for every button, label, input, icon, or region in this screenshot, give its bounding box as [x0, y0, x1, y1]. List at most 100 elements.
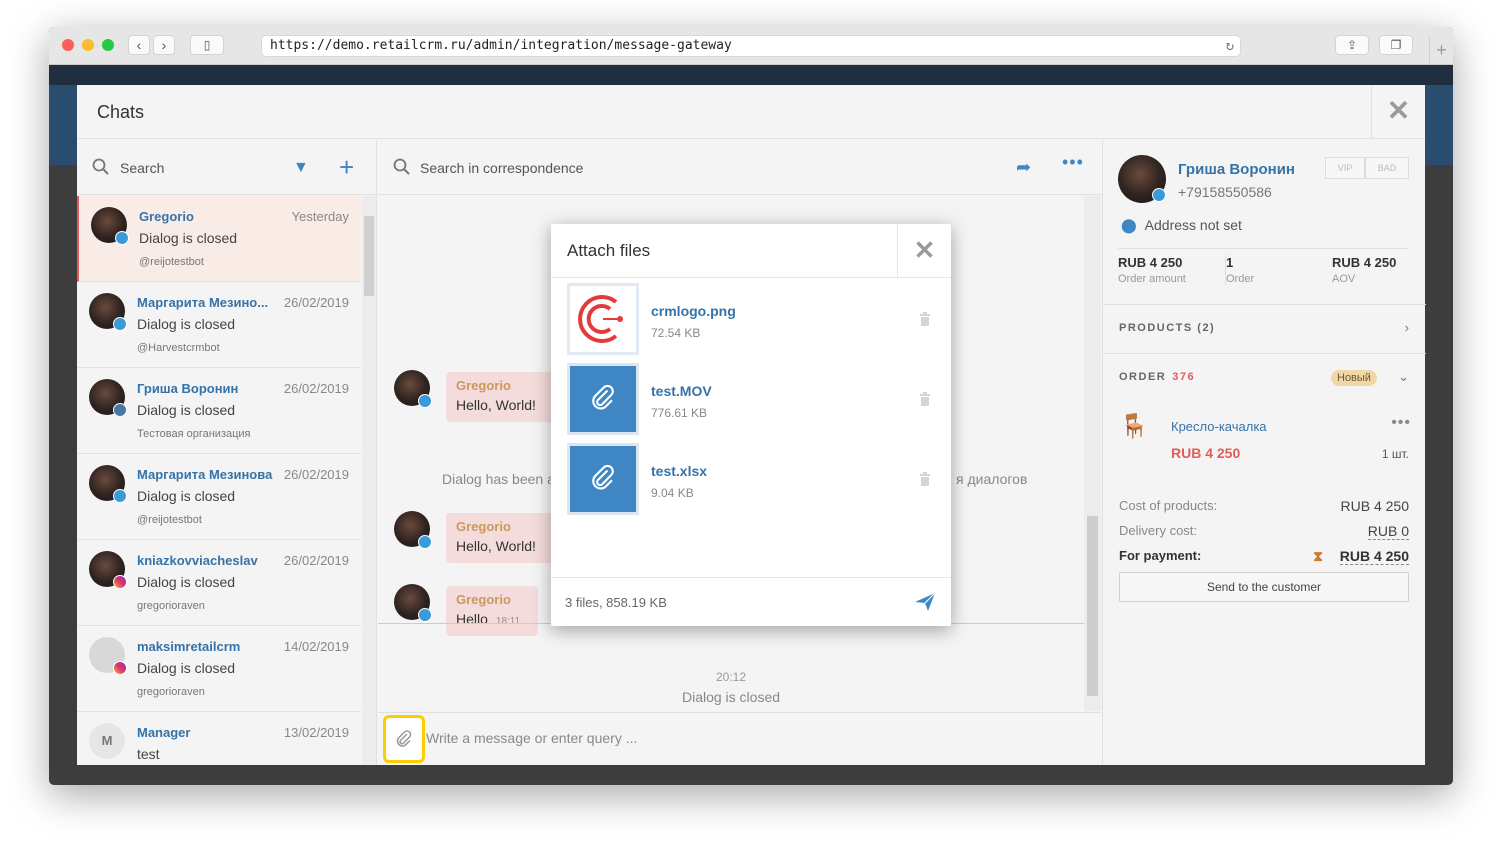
conversation-search-input[interactable]: Search in correspondence [420, 160, 583, 176]
zoom-window-button[interactable] [102, 39, 114, 51]
close-attach-button[interactable]: ✕ [897, 224, 951, 278]
chat-search-bar: Search ▼ + [77, 140, 376, 195]
file-name[interactable]: test.MOV [651, 383, 712, 399]
cost-of-products-row: Cost of products: RUB 4 250 [1119, 498, 1409, 514]
customer-name[interactable]: Гриша Воронин [1178, 161, 1295, 178]
chat-last-message: Dialog is closed [137, 316, 236, 332]
attached-file: crmlogo.png 72.54 KB [567, 283, 937, 355]
share-browser-button[interactable]: ⇪ [1335, 35, 1369, 55]
chat-list-item[interactable]: Gregorio Yesterday Dialog is closed @reijot… [77, 196, 361, 282]
scrollbar-thumb[interactable] [364, 216, 374, 296]
rocking-chair-icon: 🪑 [1119, 413, 1149, 440]
message-time: 18:11 [495, 616, 521, 627]
attach-file-button[interactable] [383, 715, 425, 763]
scrollbar-thumb[interactable] [1087, 516, 1098, 696]
cost-label: Cost of products: [1119, 498, 1218, 513]
add-chat-button[interactable]: + [339, 152, 354, 183]
chat-list-item[interactable]: Маргарита Мезино... 26/02/2019 Dialog is c… [77, 282, 361, 368]
divider [1103, 304, 1426, 305]
close-icon: ✕ [1386, 95, 1411, 126]
browser-titlebar: ‹ › ▯ https://demo.retailcrm.ru/admin/in… [49, 27, 1453, 65]
close-chats-button[interactable]: ✕ [1371, 85, 1425, 139]
chat-date: 26/02/2019 [283, 295, 349, 310]
message-input[interactable]: Write a message or enter query ... [426, 730, 637, 746]
send-to-customer-button[interactable]: Send to the customer [1119, 572, 1409, 602]
back-button[interactable]: ‹ [128, 35, 150, 55]
chat-last-message: Dialog is closed [137, 574, 236, 590]
close-window-button[interactable] [62, 39, 74, 51]
customer-address: ⬤ Address not set [1121, 217, 1242, 234]
address-text: Address not set [1144, 217, 1242, 233]
message-bubble: Gregorio Hello, World! [446, 372, 566, 422]
for-payment-row: For payment: ⧗ RUB 4 250 [1119, 548, 1409, 565]
file-size: 776.61 KB [651, 406, 708, 420]
message-text: Hello, World! [456, 397, 536, 413]
chat-search-input[interactable]: Search [120, 160, 164, 176]
chat-list-item[interactable]: Маргарита Мезинова 26/02/2019 Dialog is cl… [77, 454, 361, 540]
chevron-down-icon[interactable]: ⌄ [1398, 369, 1409, 385]
file-thumbnail [567, 363, 639, 435]
message-timestamp: 20:12 [715, 670, 747, 684]
payment-value[interactable]: RUB 4 250 [1339, 548, 1409, 565]
message-sender: Gregorio [456, 592, 511, 607]
address-bar[interactable]: https://demo.retailcrm.ru/admin/integrat… [261, 35, 1241, 57]
stat-value: RUB 4 250 [1118, 255, 1183, 270]
more-options-icon[interactable]: ••• [1062, 152, 1084, 173]
file-thumbnail [567, 283, 639, 355]
chat-name: Маргарита Мезино... [137, 295, 269, 310]
chat-name: Маргарита Мезинова [137, 467, 273, 482]
system-message: Dialog is closed [681, 689, 781, 705]
bad-tag-button[interactable]: BAD [1365, 157, 1409, 179]
send-icon[interactable] [913, 590, 937, 614]
minimize-window-button[interactable] [82, 39, 94, 51]
message-text-content: Hello [456, 611, 488, 627]
share-icon: ⇪ [1346, 38, 1358, 52]
chats-title: Chats [97, 102, 145, 122]
telegram-icon [418, 608, 432, 622]
trash-icon[interactable] [919, 391, 931, 407]
trash-icon[interactable] [919, 311, 931, 327]
chat-date: 13/02/2019 [283, 725, 349, 740]
tabs-overview-button[interactable]: ❐ [1379, 35, 1413, 55]
chat-list-item[interactable]: M Manager 13/02/2019 test [77, 712, 361, 765]
stat-order-amount: RUB 4 250 Order amount [1118, 255, 1186, 285]
crm-logo-image [578, 295, 623, 343]
chat-list-scrollbar[interactable] [362, 196, 376, 765]
trash-icon[interactable] [919, 471, 931, 487]
cost-value: RUB 4 250 [1340, 498, 1409, 514]
file-name[interactable]: test.xlsx [651, 463, 707, 479]
tabs-icon: ❐ [1390, 38, 1402, 52]
stat-order-count: 1 Order [1225, 255, 1254, 285]
chat-list-item[interactable]: Гриша Воронин 26/02/2019 Dialog is closed Т… [77, 368, 361, 454]
attached-file: test.MOV 776.61 KB [567, 363, 937, 435]
products-section-toggle[interactable]: PRODUCTS (2) [1119, 322, 1215, 334]
filter-icon[interactable]: ▼ [293, 159, 309, 177]
chat-name: maksimretailcrm [137, 639, 241, 654]
new-tab-button[interactable]: + [1429, 37, 1453, 65]
forward-button[interactable]: › [153, 35, 175, 55]
chat-list-panel: Search ▼ + Gregorio Yesterday Dialog is cl… [77, 140, 377, 765]
conversation-scrollbar[interactable] [1084, 196, 1101, 711]
chat-name: Manager [137, 725, 191, 740]
chat-name: Gregorio [139, 209, 194, 224]
reload-icon[interactable]: ↻ [1226, 36, 1234, 56]
avatar: M [89, 723, 125, 759]
forward-icon[interactable]: ➦ [1016, 157, 1031, 178]
order-section-title[interactable]: ORDER 376 [1119, 371, 1195, 383]
order-number[interactable]: 376 [1172, 371, 1195, 383]
chevron-right-icon[interactable]: › [1405, 320, 1409, 335]
chat-list-item[interactable]: kniazkovviacheslav 26/02/2019 Dialog is cl… [77, 540, 361, 626]
order-label: ORDER [1119, 371, 1167, 383]
product-name[interactable]: Кресло-качалка [1171, 419, 1267, 434]
customer-phone: +79158550586 [1178, 184, 1272, 200]
chat-channel-account: @reijotestbot [139, 256, 204, 268]
delivery-value[interactable]: RUB 0 [1367, 523, 1409, 540]
vip-tag-button[interactable]: VIP [1325, 157, 1365, 179]
more-options-icon[interactable]: ••• [1391, 414, 1411, 432]
file-name[interactable]: crmlogo.png [651, 303, 736, 319]
paperclip-icon [592, 384, 614, 410]
message-bubble: Gregorio Hello, World! [446, 513, 566, 563]
sidebar-toggle-button[interactable]: ▯ [190, 35, 224, 55]
search-icon [393, 158, 410, 175]
chat-list-item[interactable]: maksimretailcrm 14/02/2019 Dialog is close… [77, 626, 361, 712]
